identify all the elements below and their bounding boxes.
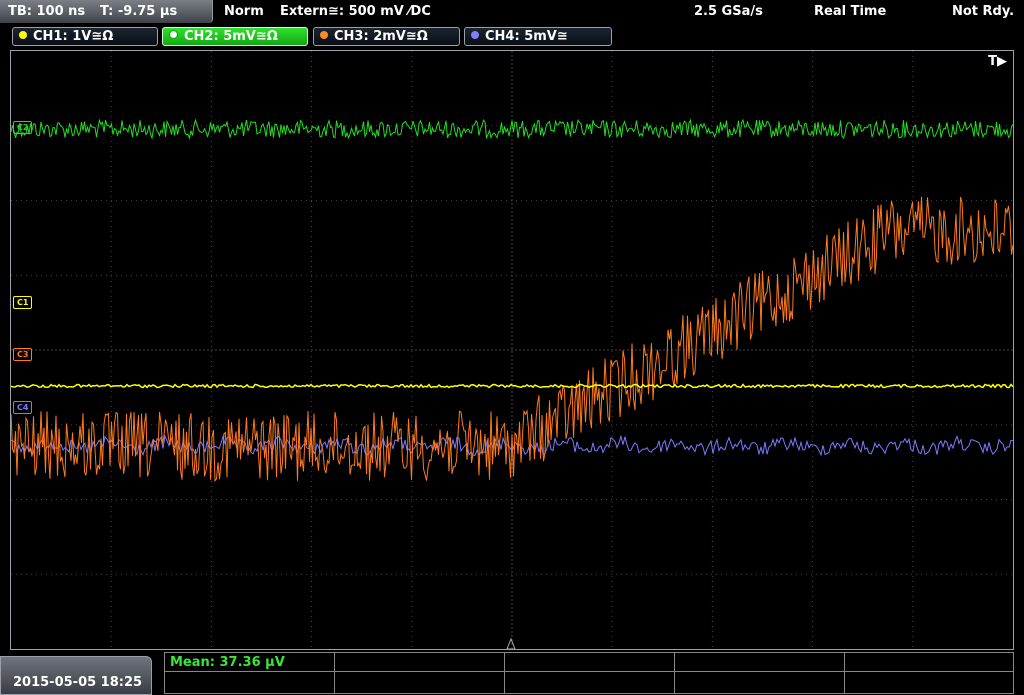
timebase-panel[interactable]: TB: 100 ns T: -9.75 µs [0,0,213,23]
channel-2-indicator-icon [169,30,178,39]
measurement-bar: Mean: 37.36 µV [164,652,1014,694]
channel-3-offset-marker[interactable]: C3 [13,348,33,361]
trigger-offset-label: T: -9.75 µs [100,4,178,19]
waveform-plot [11,51,1013,649]
waveform-display[interactable]: T▶ C2 C1 C3 C4 [10,50,1014,650]
timebase-label: TB: 100 ns [8,4,86,19]
trigger-position-icon [506,637,516,649]
channel-3-tab[interactable]: CH3: 2mV≅Ω [313,27,460,46]
measurement-cell-2[interactable] [335,653,505,693]
trigger-position-label: T▶ [988,54,1007,69]
trigger-settings-label[interactable]: Extern≅: 500 mV ⁄DC [280,4,431,19]
realtime-label: Real Time [814,4,887,19]
measurement-cell-4[interactable] [675,653,845,693]
channel-2-label: CH2: 5mV≅Ω [184,29,278,44]
datetime-label: 2015-05-05 18:25 [13,675,143,690]
status-bar: TB: 100 ns T: -9.75 µs Norm Extern≅: 500… [0,0,1024,24]
channel-1-offset-marker[interactable]: C1 [13,296,33,309]
measurement-cell-1[interactable]: Mean: 37.36 µV [165,653,335,693]
channel-4-offset-marker[interactable]: C4 [13,401,33,414]
channel-1-indicator-icon [19,31,27,39]
sample-rate-label[interactable]: 2.5 GSa/s [694,4,763,19]
graticule [11,51,1013,649]
channel-2-offset-marker[interactable]: C2 [13,121,33,134]
channel-4-label: CH4: 5mV≅ [485,29,568,44]
channel-3-indicator-icon [320,31,328,39]
trigger-status-label: Not Rdy. [952,4,1015,19]
channel-4-indicator-icon [471,31,479,39]
channel-1-label: CH1: 1V≅Ω [33,29,114,44]
channel-3-label: CH3: 2mV≅Ω [334,29,428,44]
measurement-mean-label: Mean: 37.36 µV [170,655,285,670]
channel-tabs: CH1: 1V≅Ω CH2: 5mV≅Ω CH3: 2mV≅Ω CH4: 5mV… [0,26,1024,48]
channel-4-tab[interactable]: CH4: 5mV≅ [464,27,612,46]
channel-1-tab[interactable]: CH1: 1V≅Ω [12,27,158,46]
measurement-cell-3[interactable] [505,653,675,693]
channel-2-tab[interactable]: CH2: 5mV≅Ω [162,27,308,46]
acquisition-mode-label[interactable]: Norm [224,4,264,19]
datetime-panel: 2015-05-05 18:25 [0,656,152,695]
